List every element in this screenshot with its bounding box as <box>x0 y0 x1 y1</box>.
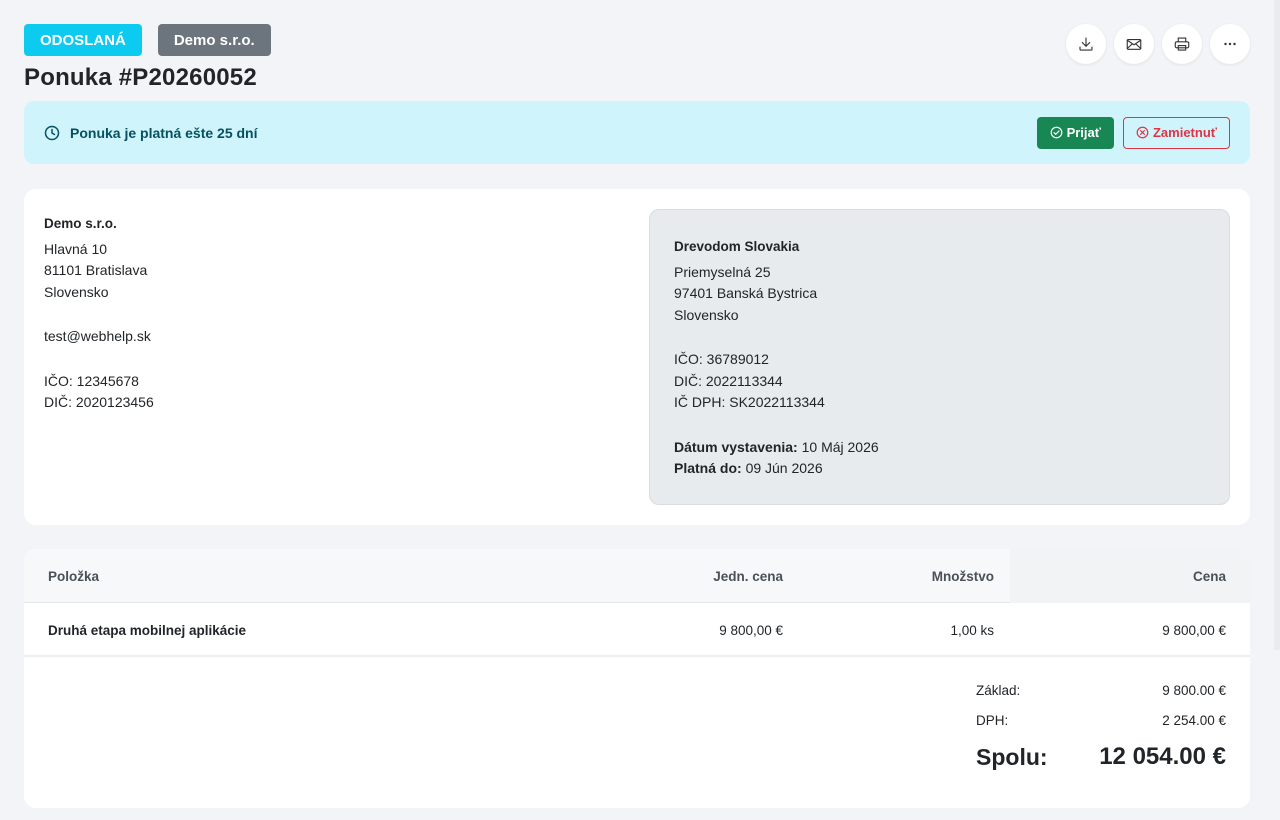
accept-button[interactable]: Prijať <box>1036 116 1114 149</box>
supplier-street: Hlavná 10 <box>44 240 108 257</box>
download-icon <box>1079 37 1093 51</box>
grand-total-value: 12 054.00 € <box>1099 743 1226 770</box>
supplier-dic: DIČ: 2020123456 <box>44 394 154 410</box>
vat-value: 2 254.00 € <box>1162 712 1226 728</box>
customer-icdph: IČ DPH: SK2022113344 <box>674 394 825 410</box>
download-button[interactable] <box>1066 24 1106 64</box>
row-total: 9 800,00 € <box>1162 622 1226 638</box>
customer-ico: IČO: 36789012 <box>674 351 769 367</box>
scrollbar[interactable] <box>1274 0 1280 650</box>
header-quantity: Množstvo <box>931 568 994 584</box>
print-button[interactable] <box>1162 24 1202 64</box>
mail-icon <box>1126 38 1142 50</box>
status-badge: ODOSLANÁ <box>24 24 142 56</box>
base-row: Základ: 9 800.00 € <box>976 675 1226 705</box>
header-unit-price: Jedn. cena <box>713 568 783 584</box>
page-title: Ponuka #P20260052 <box>24 64 257 91</box>
customer-name: Drevodom Slovakia <box>674 239 800 254</box>
grand-total-row: Spolu: 12 054.00 € <box>976 743 1226 771</box>
customer-city: 97401 Banská Bystrica <box>674 285 818 301</box>
reject-button[interactable]: Zamietnuť <box>1122 116 1230 149</box>
check-circle-icon <box>1050 126 1062 139</box>
supplier-name: Demo s.r.o. <box>44 216 117 231</box>
customer-country: Slovensko <box>674 306 739 323</box>
company-badge: Demo s.r.o. <box>157 24 271 56</box>
supplier-block: Demo s.r.o. Hlavná 10 81101 Bratislava S… <box>44 213 154 414</box>
clock-icon <box>44 125 60 141</box>
table-header: Položka Jedn. cena Množstvo Cena <box>24 549 1250 603</box>
row-unit-price: 9 800,00 € <box>719 622 783 638</box>
validity-alert: Ponuka je platná ešte 25 dní Prijať Zami… <box>24 101 1250 164</box>
row-item: Druhá etapa mobilnej aplikácie <box>48 622 247 638</box>
issue-date-line: Dátum vystavenia: 10 Máj 2026 <box>674 437 1205 459</box>
email-button[interactable] <box>1114 24 1154 64</box>
vat-row: DPH: 2 254.00 € <box>976 705 1226 735</box>
printer-icon <box>1174 37 1190 51</box>
alert-text: Ponuka je platná ešte 25 dní <box>70 124 258 141</box>
supplier-ico: IČO: 12345678 <box>44 372 139 389</box>
table-row: Druhá etapa mobilnej aplikácie 9 800,00 … <box>24 603 1250 657</box>
accept-button-label: Prijať <box>1066 125 1101 140</box>
more-button[interactable] <box>1210 24 1250 64</box>
supplier-city: 81101 Bratislava <box>44 262 148 278</box>
vat-label: DPH: <box>976 712 1009 728</box>
address-card: Demo s.r.o. Hlavná 10 81101 Bratislava S… <box>24 189 1250 525</box>
issue-date-label: Dátum vystavenia: <box>674 438 798 455</box>
reject-button-label: Zamietnuť <box>1152 125 1217 140</box>
header-total: Cena <box>1192 568 1226 584</box>
customer-dic: DIČ: 2022113344 <box>674 372 783 389</box>
valid-date-label: Platná do: <box>674 460 742 476</box>
customer-street: Priemyselná 25 <box>674 263 771 280</box>
totals-block: Základ: 9 800.00 € DPH: 2 254.00 € Spolu… <box>976 675 1226 771</box>
row-quantity: 1,00 ks <box>950 622 994 638</box>
supplier-country: Slovensko <box>44 283 109 300</box>
supplier-email: test@webhelp.sk <box>44 328 151 344</box>
issue-date-value: 10 Máj 2026 <box>801 438 879 455</box>
base-label: Základ: <box>976 682 1021 698</box>
items-card: Položka Jedn. cena Množstvo Cena Druhá e… <box>24 549 1250 808</box>
base-value: 9 800.00 € <box>1162 682 1226 698</box>
customer-block: Drevodom Slovakia Priemyselná 25 97401 B… <box>649 209 1230 505</box>
valid-date-value: 09 Jún 2026 <box>745 460 823 476</box>
x-circle-icon <box>1136 126 1149 139</box>
more-icon <box>1224 42 1236 46</box>
alert-actions: Prijať Zamietnuť <box>1036 116 1230 149</box>
header-item: Položka <box>48 568 100 584</box>
grand-total-label: Spolu: <box>976 743 1048 770</box>
badge-group: ODOSLANÁ Demo s.r.o. <box>24 24 271 56</box>
header-actions <box>1066 24 1250 64</box>
valid-date-line: Platná do: 09 Jún 2026 <box>674 458 1205 480</box>
